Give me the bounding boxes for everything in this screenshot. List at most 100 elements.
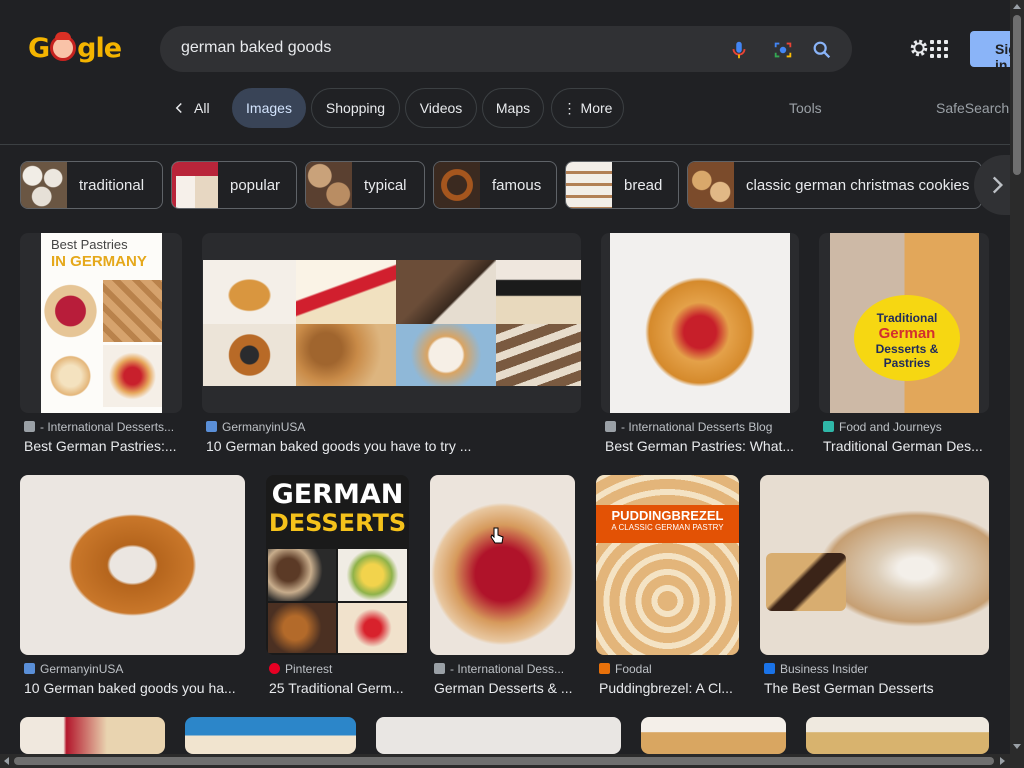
logo-g: G [28, 32, 50, 64]
google-images-page: G gle Sign in All [0, 0, 1024, 768]
result-image[interactable]: Traditional German Desserts & Pastries [819, 233, 989, 413]
chip-famous[interactable]: famous [433, 161, 557, 209]
tab-all-label: All [194, 100, 210, 116]
result-source-text: - International Desserts Blog [621, 420, 773, 434]
result-source-text: Food and Journeys [839, 420, 942, 434]
result-title[interactable]: Traditional German Des... [823, 438, 988, 454]
result-title[interactable]: 10 German baked goods you have to try ..… [206, 438, 576, 454]
search-tabs: All Images Shopping Videos Maps ⋮ More T… [0, 86, 1010, 130]
google-doodle-logo[interactable]: G gle [28, 32, 122, 64]
safesearch-button[interactable]: SafeSearch [936, 100, 1009, 116]
image-overlay-text: A CLASSIC GERMAN PASTRY [611, 523, 724, 532]
result-title[interactable]: 10 German baked goods you ha... [24, 680, 244, 696]
result-image[interactable] [202, 233, 581, 413]
tab-shopping[interactable]: Shopping [311, 88, 400, 128]
image-overlay-text: GERMAN [271, 479, 404, 510]
result-image[interactable]: PUDDINGBREZEL A CLASSIC GERMAN PASTRY [596, 475, 739, 655]
result-source: Food and Journeys [823, 420, 988, 434]
settings-gear-icon[interactable] [908, 37, 930, 59]
result-image[interactable] [806, 717, 989, 754]
result-title[interactable]: German Desserts & ... [434, 680, 574, 696]
pinterest-icon [269, 663, 280, 674]
result-image[interactable] [185, 717, 356, 754]
logo-rest: gle [77, 32, 122, 64]
favicon-icon [605, 421, 616, 432]
vertical-scrollbar[interactable] [1010, 0, 1024, 754]
scroll-up-arrow-icon[interactable] [1013, 4, 1021, 9]
chip-thumbnail [688, 162, 734, 208]
result-source-text: GermanyinUSA [222, 420, 306, 434]
result-source: - International Desserts Blog [605, 420, 795, 434]
result-image[interactable] [20, 717, 165, 754]
chip-classic-german-christmas-cookies[interactable]: classic german christmas cookies [687, 161, 982, 209]
chip-label: popular [230, 176, 281, 194]
scroll-right-arrow-icon[interactable] [1000, 757, 1005, 765]
horizontal-scroll-thumb[interactable] [14, 757, 994, 765]
scroll-left-arrow-icon[interactable] [4, 757, 9, 765]
result-source-text: - International Desserts... [40, 420, 175, 434]
tab-more[interactable]: ⋮ More [551, 88, 624, 128]
result-image[interactable] [641, 717, 786, 754]
scroll-down-arrow-icon[interactable] [1013, 744, 1021, 749]
result-source: Pinterest [269, 662, 409, 676]
result-source: - International Desserts... [24, 420, 180, 434]
chip-thumbnail [21, 162, 67, 208]
tab-all[interactable]: All [170, 88, 210, 128]
tools-button[interactable]: Tools [789, 100, 822, 116]
favicon-icon [24, 663, 35, 674]
tab-images-label: Images [246, 100, 292, 116]
microphone-icon[interactable] [728, 39, 750, 61]
favicon-icon [24, 421, 35, 432]
result-image[interactable] [376, 717, 621, 754]
result-title[interactable]: Puddingbrezel: A Cl... [599, 680, 739, 696]
header-divider [0, 144, 1010, 145]
tab-videos[interactable]: Videos [405, 88, 477, 128]
chevron-left-icon [175, 102, 182, 114]
chip-label: traditional [79, 176, 145, 194]
favicon-icon [434, 663, 445, 674]
favicon-icon [206, 421, 217, 432]
search-box [160, 26, 852, 72]
result-source-text: Foodal [615, 662, 652, 676]
result-source: Business Insider [764, 662, 989, 676]
result-image[interactable] [601, 233, 799, 413]
chip-bread[interactable]: bread [565, 161, 679, 209]
tab-shopping-label: Shopping [325, 100, 386, 116]
favicon-icon [599, 663, 610, 674]
result-source-text: GermanyinUSA [40, 662, 124, 676]
lens-camera-icon[interactable] [772, 39, 794, 61]
result-title[interactable]: Best German Pastries:... [24, 438, 180, 454]
search-input[interactable] [181, 39, 701, 57]
vertical-scroll-thumb[interactable] [1013, 15, 1021, 175]
doodle-face-icon [50, 32, 77, 61]
tab-maps[interactable]: Maps [482, 88, 544, 128]
chip-traditional[interactable]: traditional [20, 161, 163, 209]
tab-maps-label: Maps [495, 100, 531, 116]
chip-thumbnail [306, 162, 352, 208]
result-image[interactable] [430, 475, 575, 655]
result-source-text: Pinterest [285, 662, 333, 676]
chip-thumbnail [434, 162, 480, 208]
search-icon[interactable] [811, 39, 833, 61]
result-source: GermanyinUSA [24, 662, 244, 676]
more-vert-icon: ⋮ [562, 99, 577, 116]
result-title[interactable]: Best German Pastries: What... [605, 438, 795, 454]
google-apps-icon[interactable] [930, 40, 948, 58]
image-overlay-text: IN GERMANY [51, 253, 147, 270]
result-title[interactable]: The Best German Desserts [764, 680, 989, 696]
tab-videos-label: Videos [419, 100, 463, 116]
tab-images[interactable]: Images [232, 88, 306, 128]
result-source: Foodal [599, 662, 739, 676]
image-overlay-text: PUDDINGBREZEL [611, 508, 724, 523]
result-image[interactable]: Best Pastries IN GERMANY [20, 233, 182, 413]
image-overlay-text: Traditional [876, 311, 938, 325]
result-image[interactable] [20, 475, 245, 655]
result-image[interactable]: GERMAN DESSERTS [266, 475, 409, 655]
result-image[interactable] [760, 475, 989, 655]
result-title[interactable]: 25 Traditional Germ... [269, 680, 409, 696]
result-source: GermanyinUSA [206, 420, 576, 434]
chip-typical[interactable]: typical [305, 161, 425, 209]
horizontal-scrollbar[interactable] [0, 754, 1024, 768]
image-overlay-text: DESSERTS [268, 509, 407, 537]
chip-popular[interactable]: popular [171, 161, 297, 209]
